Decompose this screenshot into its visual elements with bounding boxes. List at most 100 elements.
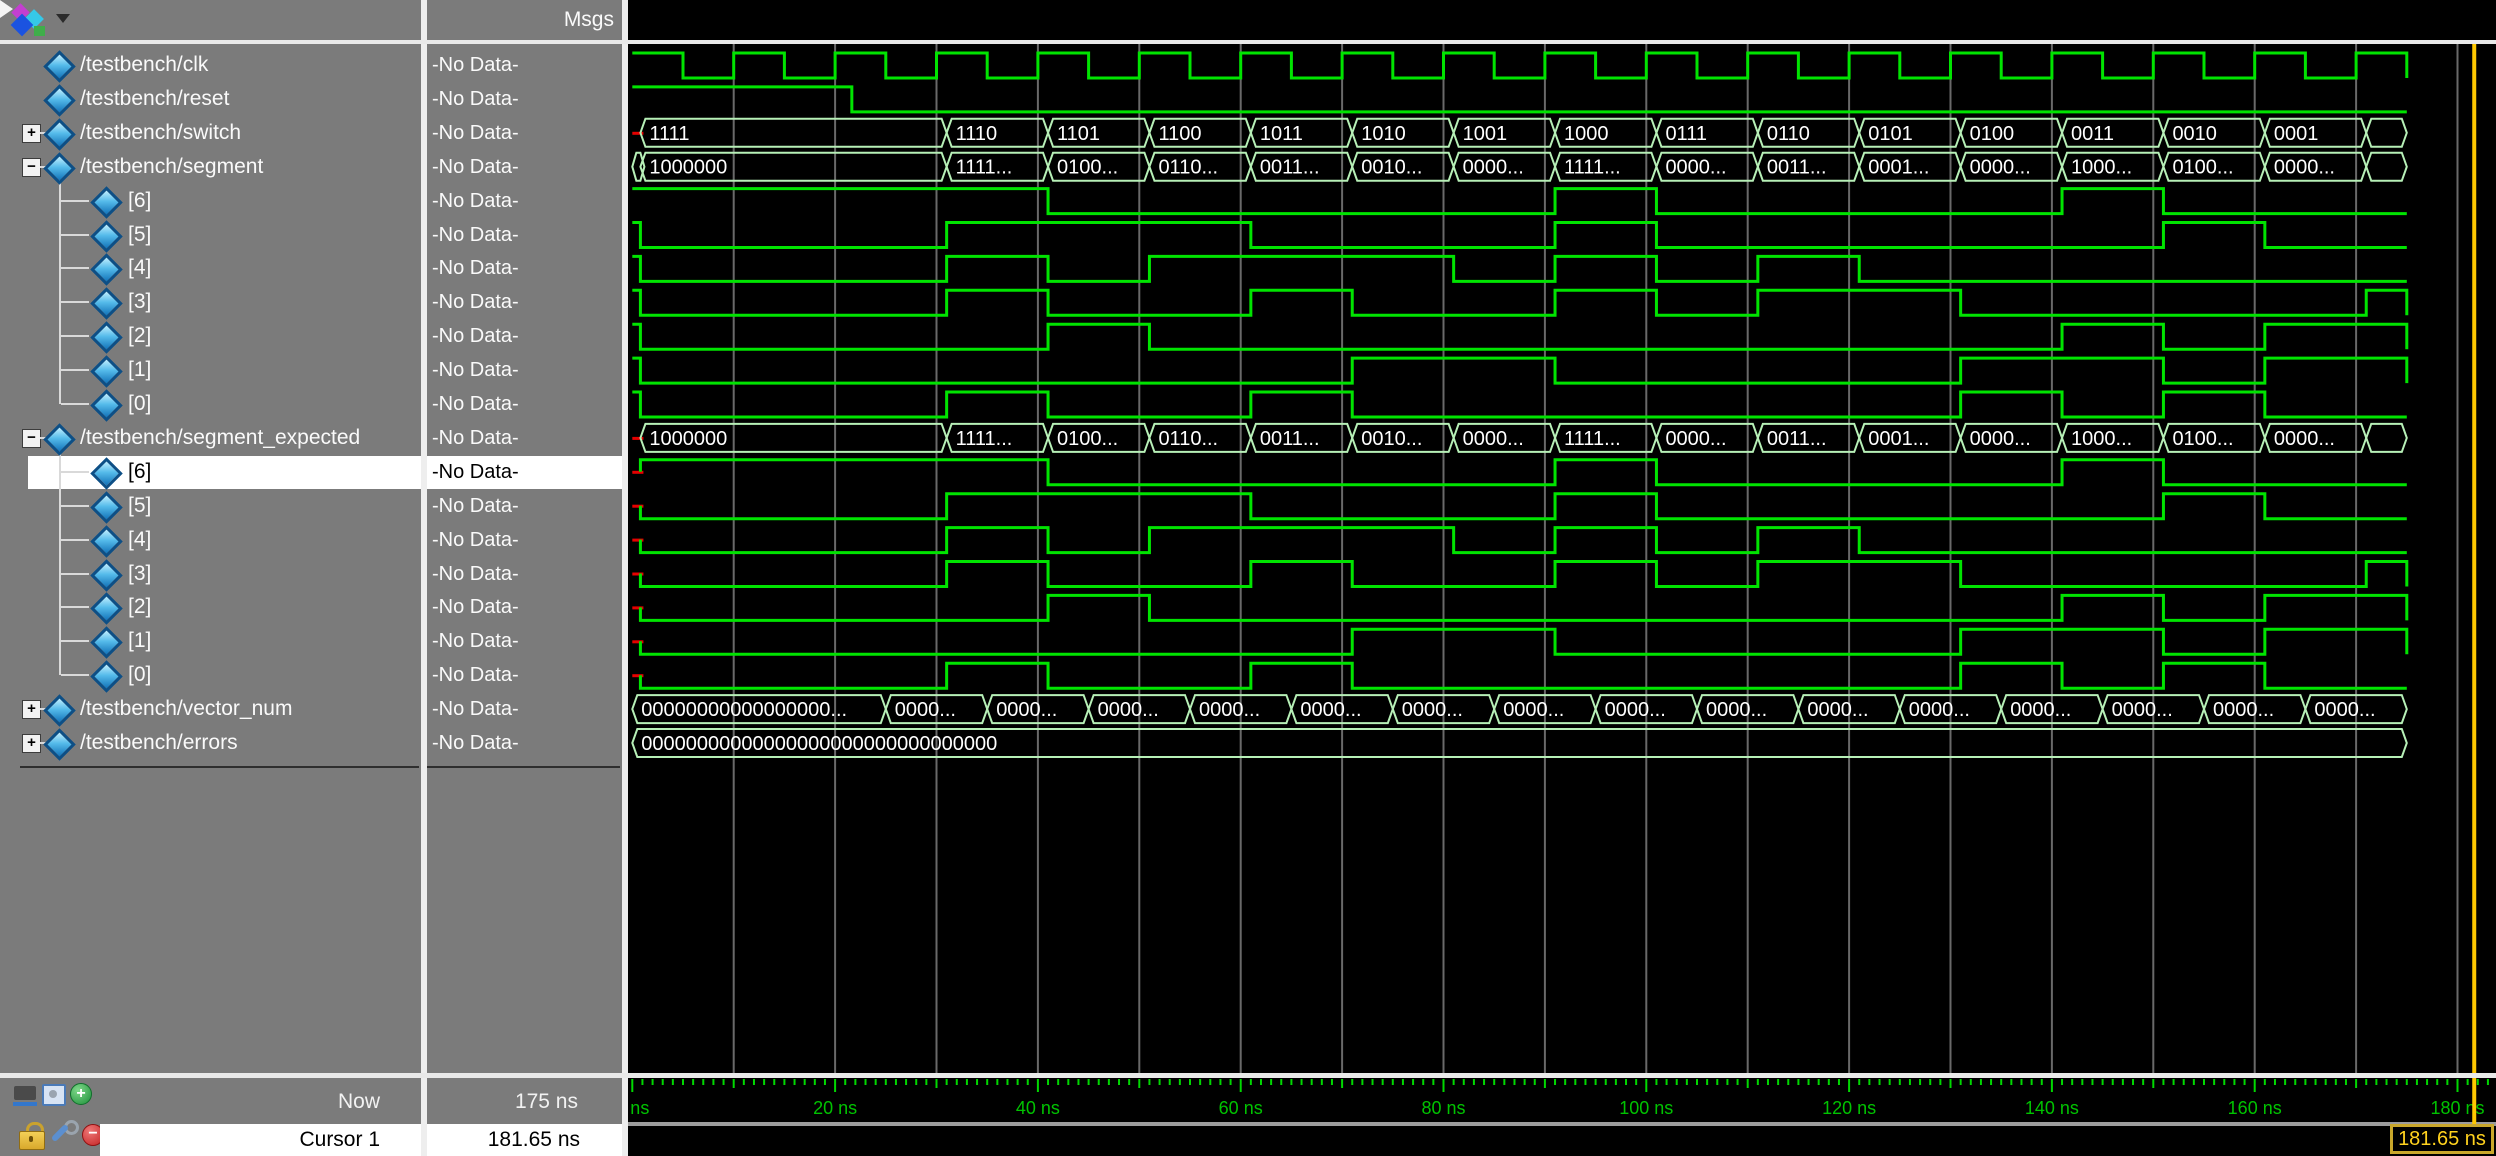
signal-label[interactable]: [4] — [128, 528, 151, 552]
bus-value-text: 0100... — [2172, 157, 2233, 179]
msgs-wave-divider[interactable] — [622, 0, 628, 1156]
msgs-cell[interactable]: -No Data- — [432, 121, 519, 145]
tree-branch-line — [61, 403, 89, 405]
cursor-line[interactable] — [2472, 44, 2476, 1124]
cursor-name[interactable]: Cursor 1 — [100, 1127, 380, 1153]
wave-bus-bit — [632, 290, 2407, 315]
msgs-cell[interactable]: -No Data- — [432, 189, 519, 213]
msgs-cell[interactable]: -No Data- — [432, 223, 519, 247]
bus-value-text: 0000... — [2274, 428, 2335, 450]
msgs-cell[interactable]: -No Data- — [432, 595, 519, 619]
signal-icon — [43, 152, 76, 185]
bus-value-text: 1111... — [956, 157, 1013, 179]
bus-value-text: 0000... — [1665, 428, 1726, 450]
bus-box — [2366, 153, 2407, 181]
wave-bus-bit — [640, 663, 2406, 688]
signal-label[interactable]: [6] — [128, 189, 151, 213]
collapse-minus-toggle[interactable]: − — [22, 429, 41, 448]
signal-label[interactable]: [3] — [128, 562, 151, 586]
collapse-minus-toggle[interactable]: − — [22, 158, 41, 177]
bus-value-text: 1111 — [649, 123, 689, 145]
signal-icon — [90, 627, 123, 660]
wave-clk — [632, 53, 2407, 78]
signal-label[interactable]: /testbench/reset — [80, 87, 229, 111]
bus-value-text: 0100... — [2172, 428, 2233, 450]
tree-branch-line — [61, 369, 89, 371]
cursor-value[interactable]: 181.65 ns — [427, 1127, 580, 1153]
signal-label[interactable]: /testbench/clk — [80, 53, 208, 77]
msgs-cell[interactable]: -No Data- — [432, 155, 519, 179]
lock-keyhole — [29, 1136, 33, 1142]
signal-label[interactable]: /testbench/switch — [80, 121, 241, 145]
bus-value-text: 0000... — [1098, 699, 1159, 721]
msgs-cell[interactable]: -No Data- — [432, 629, 519, 653]
msgs-cell[interactable]: -No Data- — [432, 731, 519, 755]
bus-value-text: 0001... — [1868, 428, 1929, 450]
bus-box — [2366, 424, 2407, 452]
bus-value-text: 0000... — [996, 699, 1057, 721]
expand-plus-toggle[interactable]: + — [22, 700, 41, 719]
bus-value-text: 0011... — [1767, 428, 1827, 450]
msgs-cell[interactable]: -No Data- — [432, 663, 519, 687]
bus-value-text: 1010 — [1361, 123, 1406, 145]
signal-icon — [90, 220, 123, 253]
signal-label[interactable]: [2] — [128, 595, 151, 619]
msgs-cell[interactable]: -No Data- — [432, 53, 519, 77]
signal-label[interactable]: /testbench/segment_expected — [80, 426, 360, 450]
expand-plus-toggle[interactable]: + — [22, 734, 41, 753]
bus-value-text: 00000000000000000... — [641, 699, 847, 721]
header-separator — [0, 40, 2496, 44]
waveform-canvas[interactable]: 1111111011011100101110101001100001110110… — [628, 0, 2496, 1156]
signal-label[interactable]: /testbench/vector_num — [80, 697, 292, 721]
msgs-cell[interactable]: -No Data- — [432, 494, 519, 518]
expand-plus-toggle[interactable]: + — [22, 124, 41, 143]
signal-label[interactable]: [5] — [128, 494, 151, 518]
wave-bus-bit — [640, 528, 2406, 553]
signal-label[interactable]: [5] — [128, 223, 151, 247]
waveform-panel[interactable]: 1111111011011100101110101001100001110110… — [628, 0, 2496, 1156]
insertion-marker — [0, 0, 13, 18]
bus-value-text: 0011... — [1260, 157, 1320, 179]
signal-label[interactable]: [4] — [128, 256, 151, 280]
signal-label[interactable]: [1] — [128, 358, 151, 382]
msgs-cell[interactable]: -No Data- — [432, 358, 519, 382]
signal-label[interactable]: /testbench/errors — [80, 731, 238, 755]
ruler-label: 60 ns — [1219, 1098, 1263, 1118]
bus-value-text: 0000... — [2314, 699, 2375, 721]
signal-icon — [90, 593, 123, 626]
name-msgs-divider[interactable] — [421, 0, 427, 1156]
msgs-cell[interactable]: -No Data- — [432, 392, 519, 416]
msgs-cell[interactable]: -No Data- — [432, 87, 519, 111]
signal-label[interactable]: /testbench/segment — [80, 155, 263, 179]
list-end-line — [427, 766, 620, 768]
bus-value-text: 1000... — [2071, 428, 2132, 450]
msgs-cell[interactable]: -No Data- — [432, 426, 519, 450]
signal-label[interactable]: [3] — [128, 290, 151, 314]
bus-value-text: 0111 — [1665, 123, 1707, 145]
msgs-cell[interactable]: -No Data- — [432, 697, 519, 721]
msgs-cell[interactable]: -No Data- — [432, 256, 519, 280]
msgs-cell[interactable]: -No Data- — [432, 460, 519, 484]
signal-label[interactable]: [1] — [128, 629, 151, 653]
bus-value-text: 0000... — [2010, 699, 2071, 721]
bus-value-text: 1000 — [1564, 123, 1609, 145]
signal-label[interactable]: [6] — [128, 460, 151, 484]
bus-value-text: 0000... — [1463, 428, 1524, 450]
bus-value-text: 1000... — [2071, 157, 2132, 179]
bus-value-text: 0100... — [1057, 157, 1118, 179]
signal-label[interactable]: [0] — [128, 663, 151, 687]
wave-bus-bit — [640, 460, 2406, 485]
bus-value-text: 0001 — [2274, 123, 2319, 145]
bus-value-text: 0000... — [1665, 157, 1726, 179]
bus-value-text: 0000... — [1706, 699, 1767, 721]
msgs-cell[interactable]: -No Data- — [432, 528, 519, 552]
signal-label[interactable]: [0] — [128, 392, 151, 416]
cursor-time-box[interactable]: 181.65 ns — [2390, 1124, 2494, 1154]
msgs-cell[interactable]: -No Data- — [432, 290, 519, 314]
bus-value-text: 1111... — [956, 428, 1013, 450]
wave-bus-bit — [640, 595, 2406, 620]
signal-label[interactable]: [2] — [128, 324, 151, 348]
msgs-cell[interactable]: -No Data- — [432, 562, 519, 586]
msgs-cell[interactable]: -No Data- — [432, 324, 519, 348]
wave-bus-bit — [632, 392, 2407, 417]
